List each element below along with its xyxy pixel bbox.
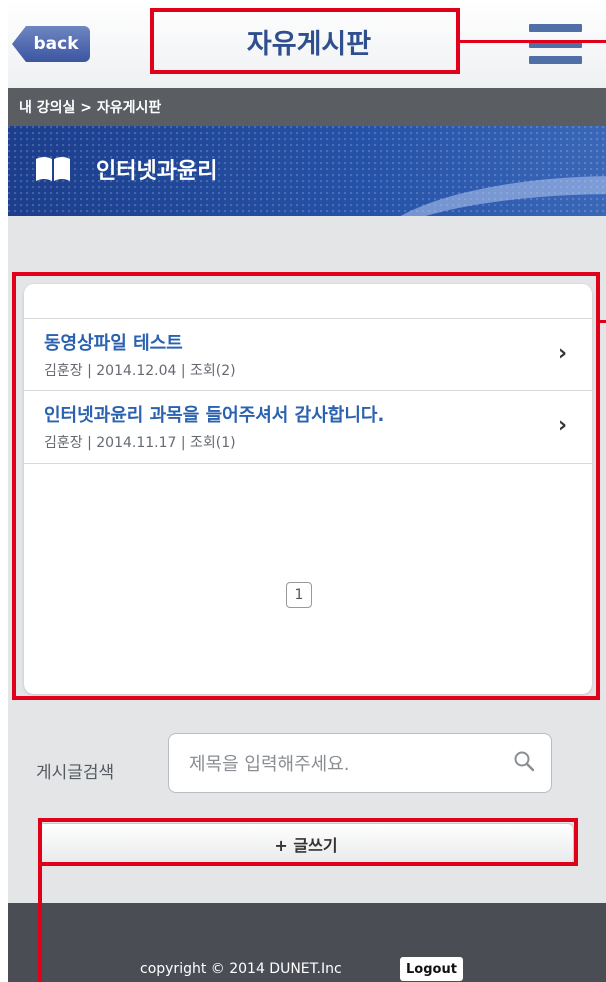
logout-button[interactable]: Logout bbox=[400, 957, 463, 981]
annotation-box-write-button bbox=[38, 818, 578, 866]
mobile-screen: back 자유게시판 내 강의실 > 자유게시판 인터넷과윤리 동영상파일 테스… bbox=[8, 0, 606, 982]
search-label: 게시글검색 bbox=[36, 763, 115, 783]
course-banner: 인터넷과윤리 bbox=[8, 126, 606, 216]
search-input[interactable] bbox=[187, 734, 511, 794]
course-title: 인터넷과윤리 bbox=[96, 159, 218, 184]
open-book-icon bbox=[36, 157, 70, 181]
back-button[interactable]: back bbox=[12, 26, 90, 62]
annotation-line-title bbox=[460, 40, 606, 43]
annotation-box-title bbox=[150, 8, 460, 74]
search-box bbox=[168, 733, 552, 794]
search-icon[interactable] bbox=[513, 750, 535, 772]
annotation-box-post-list bbox=[12, 272, 600, 700]
hamburger-menu-icon[interactable] bbox=[529, 24, 582, 64]
footer: copyright © 2014 DUNET.Inc Logout bbox=[8, 903, 606, 982]
annotation-line-post-list bbox=[600, 320, 606, 323]
annotation-line-write-button bbox=[38, 866, 42, 982]
copyright-text: copyright © 2014 DUNET.Inc bbox=[140, 961, 342, 977]
breadcrumb: 내 강의실 > 자유게시판 bbox=[8, 88, 606, 126]
